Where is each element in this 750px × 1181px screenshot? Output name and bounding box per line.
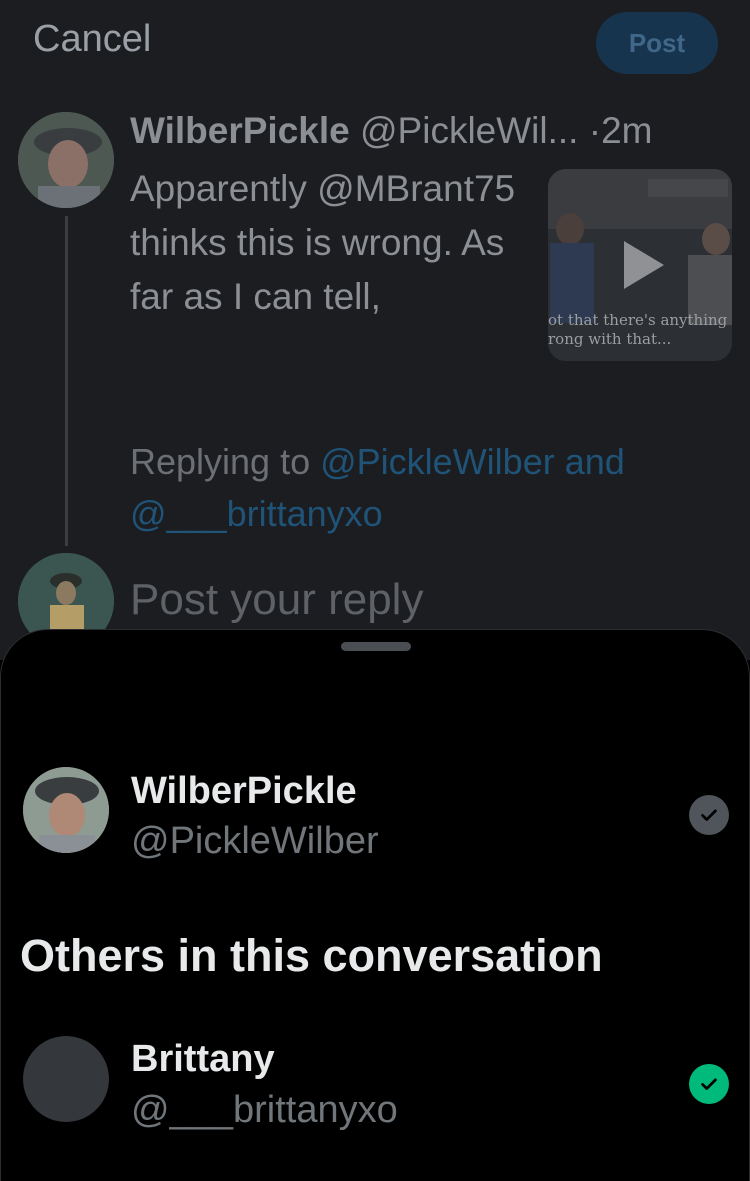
author-avatar: [23, 767, 109, 853]
video-caption-line1: ot that there's anything: [548, 311, 728, 329]
avatar-image: [23, 767, 109, 853]
author-handle: @PickleWilber: [131, 820, 379, 862]
replying-to[interactable]: Replying to @PickleWilber and @___britta…: [130, 436, 690, 540]
tweet-text: Apparently @MBrant75 thinks this is wron…: [130, 168, 516, 317]
participant-name: Brittany: [131, 1038, 275, 1080]
tweet-separator: ·: [588, 110, 602, 151]
check-glyph: [701, 809, 717, 821]
replying-to-prefix: Replying to: [130, 441, 311, 482]
participant-handle: @___brittanyxo: [131, 1089, 398, 1131]
reply-input[interactable]: Post your reply: [130, 575, 423, 625]
tweet-time: 2m: [601, 110, 653, 151]
tweet-author-name: WilberPickle: [130, 110, 350, 151]
reply-recipients-sheet: WilberPickle @PickleWilber Others in thi…: [0, 629, 750, 1181]
thread-line: [65, 216, 68, 546]
tweet-header: WilberPickle @PickleWil... ·2m: [130, 110, 652, 152]
video-caption: ot that there's anything rong with that.…: [548, 311, 732, 349]
checkmark-icon[interactable]: [689, 795, 729, 835]
checkmark-icon[interactable]: [689, 1064, 729, 1104]
avatar-image: [18, 112, 114, 208]
author-name: WilberPickle: [131, 770, 357, 812]
sheet-drag-handle[interactable]: [341, 642, 411, 651]
tweet-author-handle: @PickleWil...: [360, 110, 579, 151]
post-button[interactable]: Post: [596, 12, 718, 74]
participant-avatar: [23, 1036, 109, 1122]
tweet-author-avatar: [18, 112, 114, 208]
check-glyph: [701, 1078, 717, 1090]
reply-composer: Cancel Post WilberPickle @PickleWil... ·…: [0, 0, 750, 660]
tweet-video-thumbnail[interactable]: ot that there's anything rong with that.…: [548, 169, 732, 361]
video-caption-line2: rong with that...: [548, 330, 672, 348]
others-section-title: Others in this conversation: [20, 930, 603, 981]
play-icon: [624, 241, 664, 289]
cancel-button[interactable]: Cancel: [33, 18, 151, 61]
